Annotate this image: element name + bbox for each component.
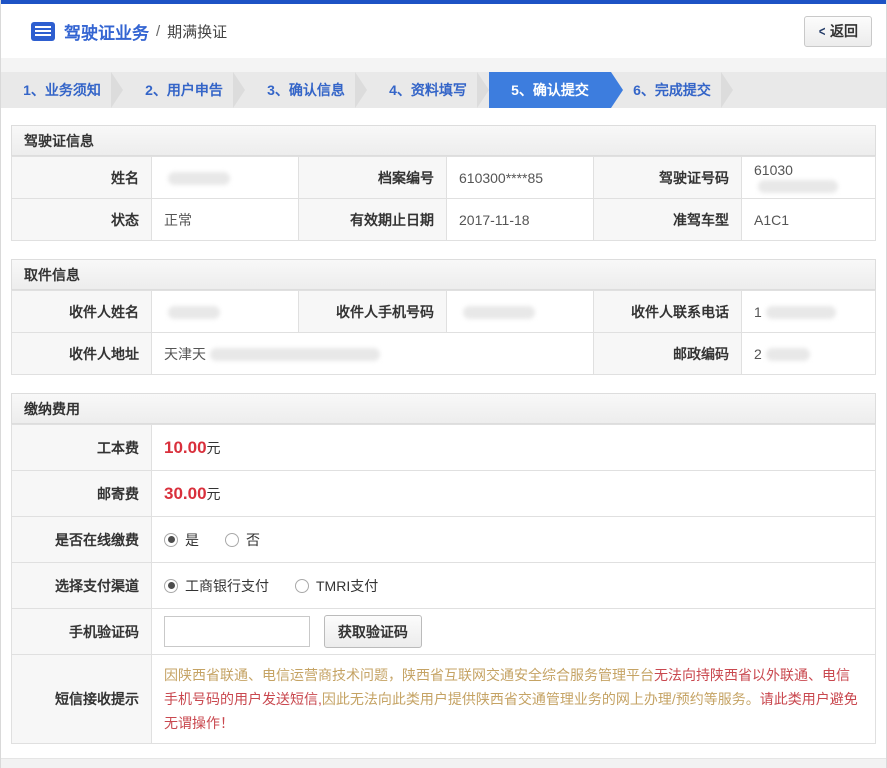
back-button[interactable]: < 返回 bbox=[803, 15, 872, 47]
redacted-recipient-name bbox=[168, 306, 220, 320]
page-bottom-strip bbox=[1, 758, 886, 768]
radio-checked-icon bbox=[164, 532, 178, 547]
sms-tip-part1: 因陕西省联通、电信运营商技术问题，陕西省互联网交通安全综合服务管理平台 bbox=[164, 667, 654, 683]
radio-yes-label: 是 bbox=[185, 531, 199, 548]
recipient-name-value bbox=[151, 290, 299, 333]
mail-fee-amount: 30.00 bbox=[164, 483, 207, 503]
file-no-label: 档案编号 bbox=[298, 156, 447, 199]
channel-options: 工商银行支付 TMRI支付 bbox=[151, 562, 876, 609]
payment-table: 工本费 10.00元 邮寄费 30.00元 是否在线缴费 是 否 选择支付渠道 … bbox=[11, 424, 876, 744]
mail-fee-label: 邮寄费 bbox=[11, 470, 152, 517]
sms-tip-text: 因陕西省联通、电信运营商技术问题，陕西省互联网交通安全综合服务管理平台无法向持陕… bbox=[151, 654, 876, 744]
table-row: 收件人姓名 收件人手机号码 收件人联系电话 1 bbox=[11, 290, 876, 333]
radio-channel-tmri[interactable]: TMRI支付 bbox=[295, 576, 378, 596]
postcode-value: 2 bbox=[741, 332, 876, 375]
expiry-label: 有效期止日期 bbox=[298, 198, 447, 241]
work-fee-amount: 10.00 bbox=[164, 437, 207, 457]
list-icon bbox=[31, 21, 55, 41]
postcode-label: 邮政编码 bbox=[593, 332, 742, 375]
class-value: A1C1 bbox=[741, 198, 876, 241]
currency-unit: 元 bbox=[206, 439, 221, 456]
address-label: 收件人地址 bbox=[11, 332, 152, 375]
back-button-label: 返回 bbox=[830, 23, 858, 39]
sms-tip-part3: 因此无法向此类用户提供陕西省交通管理业务的网上办理/预约等服务。 bbox=[321, 691, 760, 707]
status-value: 正常 bbox=[151, 198, 299, 241]
pickup-info-table: 收件人姓名 收件人手机号码 收件人联系电话 1 收件人地址 天津天 邮政编码 2 bbox=[11, 290, 876, 375]
radio-unchecked-icon bbox=[225, 532, 239, 547]
step-tab-1-notice[interactable]: 1、业务须知 bbox=[1, 72, 123, 108]
radio-online-yes[interactable]: 是 bbox=[164, 530, 199, 550]
redacted-address bbox=[210, 348, 380, 362]
breadcrumb-separator: / bbox=[156, 22, 161, 40]
license-info-section: 驾驶证信息 姓名 档案编号 610300****85 驾驶证号码 61030 状… bbox=[11, 125, 876, 241]
license-no-value: 61030 bbox=[741, 156, 876, 199]
name-value bbox=[151, 156, 299, 199]
step-tab-2-declaration[interactable]: 2、用户申告 bbox=[123, 72, 245, 108]
get-code-button[interactable]: 获取验证码 bbox=[323, 615, 422, 648]
channel-label: 选择支付渠道 bbox=[11, 562, 152, 609]
header-separator bbox=[1, 58, 886, 72]
radio-checked-icon bbox=[164, 578, 178, 593]
table-row: 姓名 档案编号 610300****85 驾驶证号码 61030 bbox=[11, 156, 876, 199]
recipient-mobile-label: 收件人手机号码 bbox=[298, 290, 447, 333]
work-fee-value: 10.00元 bbox=[151, 424, 876, 471]
step-tab-3-confirm-info[interactable]: 3、确认信息 bbox=[245, 72, 367, 108]
radio-unchecked-icon bbox=[295, 578, 309, 593]
chevron-left-icon: < bbox=[818, 23, 826, 39]
sms-tip-label: 短信接收提示 bbox=[11, 654, 152, 744]
table-row: 选择支付渠道 工商银行支付 TMRI支付 bbox=[11, 562, 876, 609]
recipient-name-label: 收件人姓名 bbox=[11, 290, 152, 333]
table-row: 收件人地址 天津天 邮政编码 2 bbox=[11, 332, 876, 375]
sms-code-label: 手机验证码 bbox=[11, 608, 152, 655]
step-tab-4-fill-data[interactable]: 4、资料填写 bbox=[367, 72, 489, 108]
table-row: 工本费 10.00元 bbox=[11, 424, 876, 471]
table-row: 邮寄费 30.00元 bbox=[11, 470, 876, 517]
file-no-value: 610300****85 bbox=[446, 156, 594, 199]
table-row: 是否在线缴费 是 否 bbox=[11, 516, 876, 563]
sms-code-row: 获取验证码 bbox=[151, 608, 876, 655]
payment-section-title: 缴纳费用 bbox=[11, 393, 876, 424]
radio-online-no[interactable]: 否 bbox=[225, 530, 260, 550]
status-label: 状态 bbox=[11, 198, 152, 241]
step-tab-6-complete[interactable]: 6、完成提交 bbox=[611, 72, 733, 108]
name-label: 姓名 bbox=[11, 156, 152, 199]
pickup-info-section: 取件信息 收件人姓名 收件人手机号码 收件人联系电话 1 收件人地址 天津天 邮… bbox=[11, 259, 876, 375]
redacted-license-no bbox=[758, 180, 838, 194]
redacted-name bbox=[168, 172, 230, 186]
main-content: 驾驶证信息 姓名 档案编号 610300****85 驾驶证号码 61030 状… bbox=[1, 108, 886, 768]
class-label: 准驾车型 bbox=[593, 198, 742, 241]
sms-code-input[interactable] bbox=[164, 616, 310, 647]
pickup-section-title: 取件信息 bbox=[11, 259, 876, 290]
recipient-phone-label: 收件人联系电话 bbox=[593, 290, 742, 333]
table-row: 手机验证码 获取验证码 bbox=[11, 608, 876, 655]
step-progress-bar: 1、业务须知 2、用户申告 3、确认信息 4、资料填写 5、确认提交 6、完成提… bbox=[1, 72, 886, 108]
breadcrumb-current: 期满换证 bbox=[167, 23, 228, 41]
recipient-phone-value: 1 bbox=[741, 290, 876, 333]
address-value: 天津天 bbox=[151, 332, 594, 375]
license-info-table: 姓名 档案编号 610300****85 驾驶证号码 61030 状态 正常 有… bbox=[11, 156, 876, 241]
step-tab-5-confirm-submit[interactable]: 5、确认提交 bbox=[489, 72, 623, 108]
expiry-value: 2017-11-18 bbox=[446, 198, 594, 241]
redacted-recipient-phone bbox=[765, 306, 836, 320]
channel-icbc-label: 工商银行支付 bbox=[185, 577, 269, 594]
online-pay-options: 是 否 bbox=[151, 516, 876, 563]
currency-unit: 元 bbox=[206, 485, 221, 502]
page-header: 驾驶证业务 / 期满换证 < 返回 bbox=[1, 4, 886, 58]
license-section-title: 驾驶证信息 bbox=[11, 125, 876, 156]
page-title: 驾驶证业务 bbox=[64, 23, 149, 43]
channel-tmri-label: TMRI支付 bbox=[316, 577, 379, 594]
redacted-postcode bbox=[765, 348, 810, 362]
online-pay-label: 是否在线缴费 bbox=[11, 516, 152, 563]
license-no-label: 驾驶证号码 bbox=[593, 156, 742, 199]
recipient-mobile-value bbox=[446, 290, 594, 333]
mail-fee-value: 30.00元 bbox=[151, 470, 876, 517]
payment-section: 缴纳费用 工本费 10.00元 邮寄费 30.00元 是否在线缴费 是 否 选择… bbox=[11, 393, 876, 744]
table-row: 状态 正常 有效期止日期 2017-11-18 准驾车型 A1C1 bbox=[11, 198, 876, 241]
redacted-recipient-mobile bbox=[463, 306, 535, 320]
work-fee-label: 工本费 bbox=[11, 424, 152, 471]
radio-no-label: 否 bbox=[246, 531, 260, 548]
table-row: 短信接收提示 因陕西省联通、电信运营商技术问题，陕西省互联网交通安全综合服务管理… bbox=[11, 654, 876, 744]
radio-channel-icbc[interactable]: 工商银行支付 bbox=[164, 576, 269, 596]
